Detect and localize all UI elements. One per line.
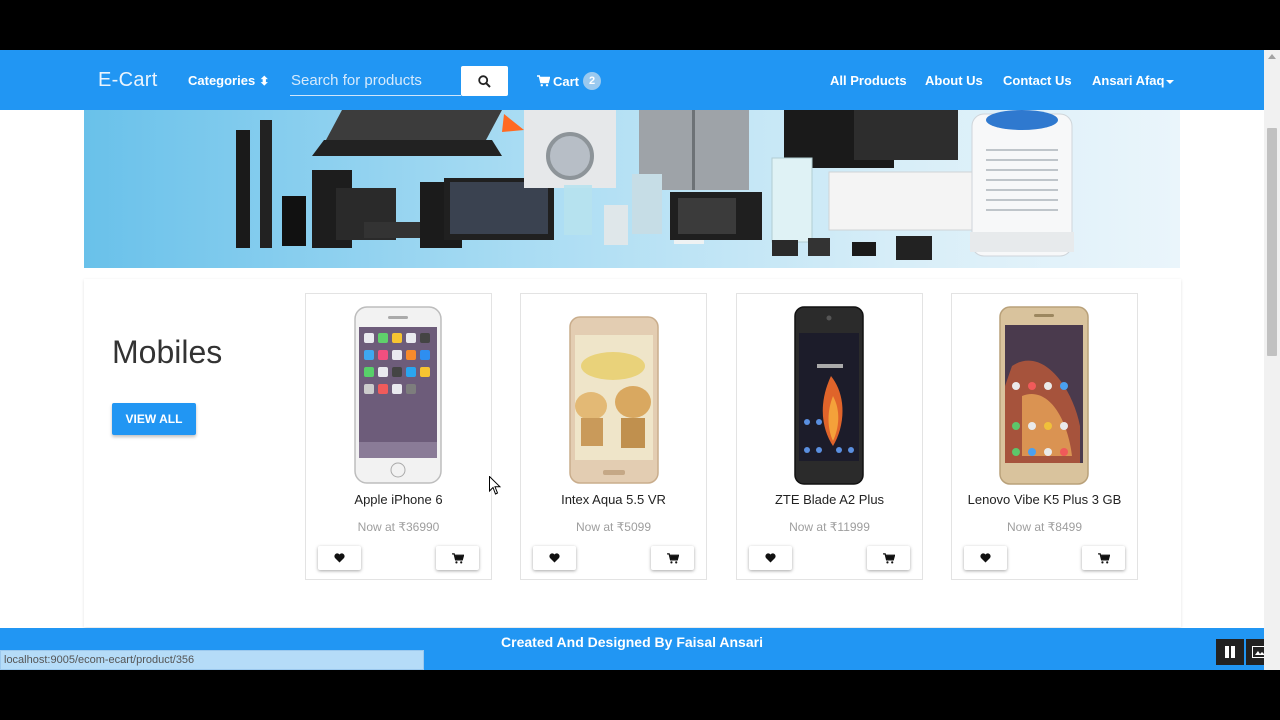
categories-label: Categories [188,73,256,88]
product-image [794,306,864,485]
categories-dropdown[interactable]: Categories ⬍ [188,73,269,88]
wishlist-button[interactable] [749,546,792,570]
product-card[interactable]: ZTE Blade A2 Plus Now at ₹11999 [736,293,923,580]
wishlist-button[interactable] [964,546,1007,570]
hero-banner [84,110,1180,268]
product-image [569,316,659,484]
scroll-up-arrow-icon[interactable] [1268,54,1276,59]
cart-icon [1097,552,1110,563]
product-name[interactable]: Lenovo Vibe K5 Plus 3 GB [952,492,1137,507]
brand-logo[interactable]: E-Cart [98,69,158,92]
product-name[interactable]: ZTE Blade A2 Plus [737,492,922,507]
product-price: Now at ₹8499 [1006,520,1082,534]
product-name[interactable]: Intex Aqua 5.5 VR [521,492,706,507]
product-price: Now at ₹11999 [789,520,870,534]
wishlist-button[interactable] [533,546,576,570]
cart-link[interactable]: Cart 2 [537,72,602,90]
product-image [354,306,442,484]
search-bar [290,66,508,96]
scrollbar[interactable] [1264,50,1280,670]
status-bar-url: localhost:9005/ecom-ecart/product/356 [0,650,424,670]
wishlist-button[interactable] [318,546,361,570]
browser-viewport: E-Cart Categories⬍ Cart 2 All Products A… [0,50,1280,670]
cart-count-badge: 2 [583,72,602,90]
scrollbar-thumb[interactable] [1267,128,1277,356]
heart-icon [980,553,991,563]
cart-icon [451,552,464,563]
electronics-banner-image [236,110,1074,260]
product-price: Now at ₹5099 [575,520,651,534]
heart-icon [334,553,345,563]
pause-button[interactable] [1216,639,1244,665]
product-price: Now at ₹36990 [357,520,440,534]
nav-all-products[interactable]: All Products [830,73,907,88]
chevron-down-icon [1166,79,1175,84]
nav-contact-us[interactable]: Contact Us [1003,73,1072,88]
cart-label: Cart [553,73,580,89]
product-name[interactable]: Apple iPhone 6 [306,492,491,507]
add-to-cart-button[interactable] [651,546,694,570]
user-name: Ansari Afaq [1092,73,1165,88]
product-image [999,306,1089,485]
mobiles-section: Mobiles VIEW ALL Apple iPhone 6 Now at ₹… [84,279,1181,627]
search-button[interactable] [461,66,508,96]
cart-icon [882,552,895,563]
sort-arrows-icon: ⬍ [259,74,270,88]
product-card[interactable]: Intex Aqua 5.5 VR Now at ₹5099 [520,293,707,580]
add-to-cart-button[interactable] [1082,546,1125,570]
user-menu[interactable]: Ansari Afaq [1092,73,1175,88]
add-to-cart-button[interactable] [867,546,910,570]
nav-about-us[interactable]: About Us [925,73,983,88]
product-card[interactable]: Apple iPhone 6 Now at ₹36990 [305,293,492,580]
heart-icon [549,553,560,563]
section-title: Mobiles [112,334,223,370]
footer-credit: Created And Designed By Faisal Ansari [501,634,763,650]
add-to-cart-button[interactable] [436,546,479,570]
navbar: E-Cart Categories⬍ Cart 2 All Products A… [0,50,1264,110]
search-icon [478,74,491,88]
mouse-cursor-icon [489,476,501,495]
view-all-button[interactable]: VIEW ALL [112,403,196,435]
heart-icon [765,553,776,563]
cart-icon [537,75,550,87]
pause-icon [1225,646,1235,658]
product-card[interactable]: Lenovo Vibe K5 Plus 3 GB Now at ₹8499 [951,293,1138,580]
search-input[interactable] [290,66,461,96]
cart-icon [666,552,679,563]
